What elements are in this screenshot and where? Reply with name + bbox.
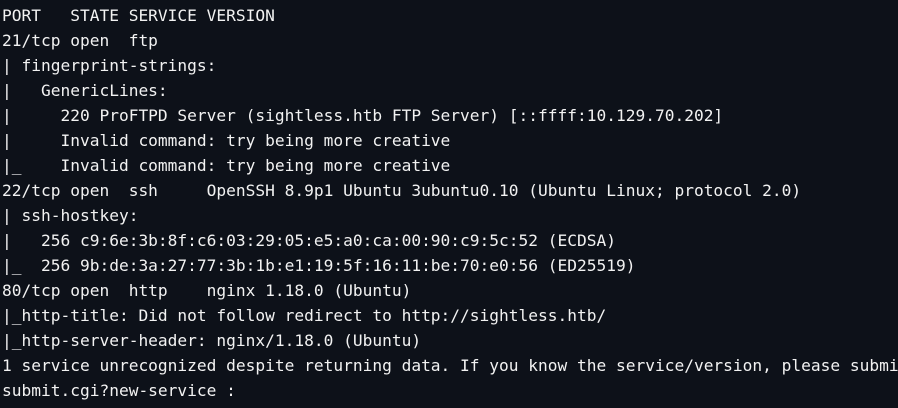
port-line-ftp: 21/tcp open ftp (2, 31, 158, 50)
unrecognized-service-line: 1 service unrecognized despite returning… (2, 356, 898, 375)
script-output-line: | ssh-hostkey: (2, 206, 139, 225)
new-service-line: submit.cgi?new-service : (2, 381, 236, 400)
script-output-line: | 220 ProFTPD Server (sightless.htb FTP … (2, 106, 724, 125)
script-output-line: |_http-title: Did not follow redirect to… (2, 306, 607, 325)
header-line: PORT STATE SERVICE VERSION (2, 6, 275, 25)
script-output-line: | GenericLines: (2, 81, 168, 100)
script-output-line: |_http-server-header: nginx/1.18.0 (Ubun… (2, 331, 422, 350)
script-output-line: |_ 256 9b:de:3a:27:77:3b:1b:e1:19:5f:16:… (2, 256, 636, 275)
terminal-window[interactable]: PORT STATE SERVICE VERSION 21/tcp open f… (0, 0, 898, 408)
port-line-http: 80/tcp open http nginx 1.18.0 (Ubuntu) (2, 281, 412, 300)
script-output-line: | fingerprint-strings: (2, 56, 217, 75)
script-output-line: |_ Invalid command: try being more creat… (2, 156, 451, 175)
script-output-line: | 256 c9:6e:3b:8f:c6:03:29:05:e5:a0:ca:0… (2, 231, 616, 250)
port-line-ssh: 22/tcp open ssh OpenSSH 8.9p1 Ubuntu 3ub… (2, 181, 802, 200)
script-output-line: | Invalid command: try being more creati… (2, 131, 451, 150)
